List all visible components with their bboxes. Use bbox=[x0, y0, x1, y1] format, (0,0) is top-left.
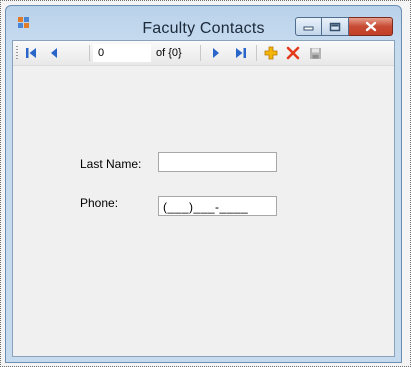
close-button[interactable] bbox=[349, 17, 393, 36]
title-bar[interactable]: Faculty Contacts bbox=[6, 6, 401, 38]
move-next-button[interactable] bbox=[207, 44, 225, 62]
phone-masked-input[interactable]: (___)___-____ bbox=[158, 196, 277, 216]
save-icon bbox=[309, 47, 321, 59]
position-input[interactable] bbox=[93, 44, 151, 62]
move-last-icon bbox=[236, 48, 246, 58]
maximize-button[interactable] bbox=[322, 17, 349, 36]
add-icon bbox=[264, 46, 278, 60]
toolbar-separator bbox=[200, 45, 201, 61]
move-first-button[interactable] bbox=[22, 44, 40, 62]
delete-icon bbox=[286, 46, 300, 60]
form-client-area: of {0} Last Name: Phone: (___)___-____ bbox=[12, 40, 395, 357]
move-previous-icon bbox=[51, 48, 57, 58]
phone-label: Phone: bbox=[80, 196, 119, 210]
last-name-label: Last Name: bbox=[80, 157, 142, 171]
add-new-button[interactable] bbox=[261, 44, 281, 62]
move-previous-button[interactable] bbox=[45, 44, 63, 62]
close-icon bbox=[365, 21, 376, 32]
phone-mask-text: (___)___-____ bbox=[163, 200, 249, 214]
move-next-icon bbox=[213, 48, 219, 58]
move-last-button[interactable] bbox=[232, 44, 250, 62]
toolbar-grip[interactable] bbox=[16, 46, 18, 61]
faculty-contacts-window: Faculty Contacts of {0} bbox=[5, 5, 402, 363]
binding-navigator: of {0} bbox=[13, 41, 394, 66]
delete-button[interactable] bbox=[283, 44, 303, 62]
count-label: of {0} bbox=[156, 47, 182, 59]
last-name-input[interactable] bbox=[158, 152, 277, 172]
move-first-icon bbox=[26, 48, 36, 58]
toolbar-separator bbox=[256, 45, 257, 61]
save-button[interactable] bbox=[305, 44, 325, 62]
minimize-button[interactable] bbox=[295, 17, 322, 36]
maximize-icon bbox=[329, 22, 341, 31]
window-controls bbox=[295, 17, 393, 36]
toolbar-separator bbox=[89, 45, 90, 61]
minimize-icon bbox=[303, 26, 314, 31]
